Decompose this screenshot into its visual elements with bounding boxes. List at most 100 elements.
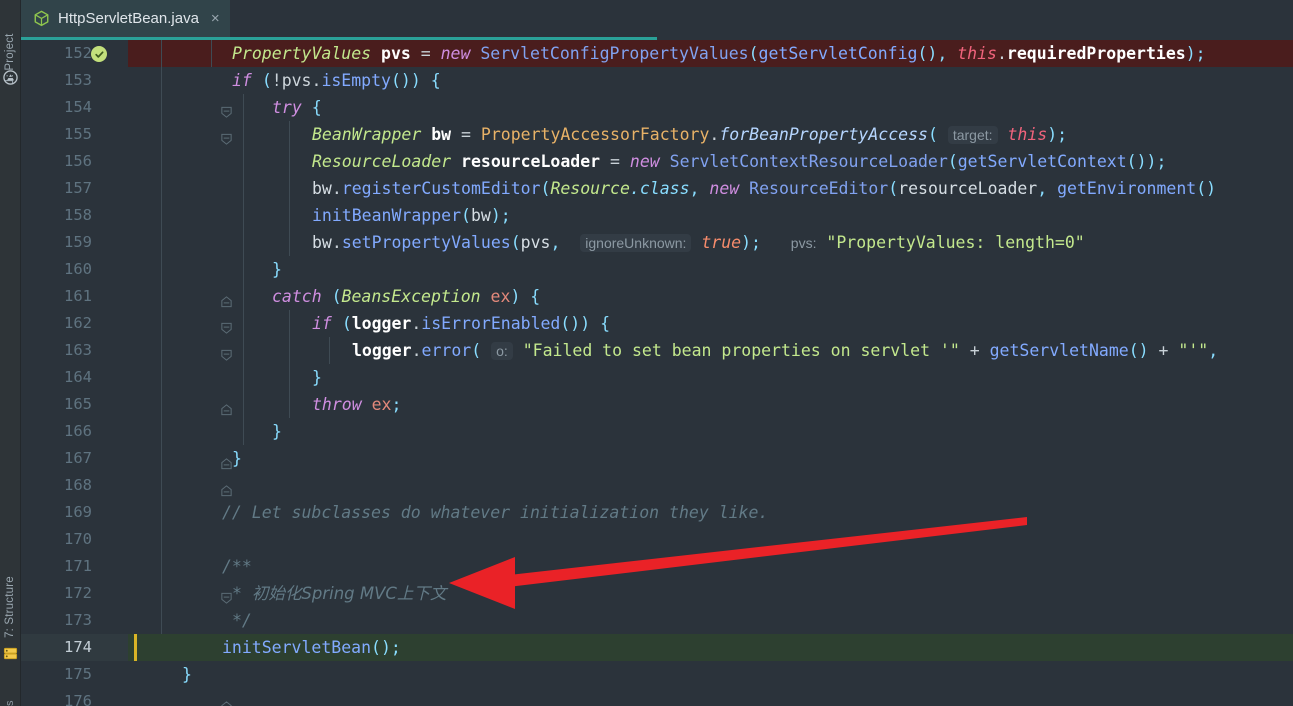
gutter[interactable]: 157: [21, 175, 128, 202]
gutter[interactable]: 162: [21, 310, 232, 361]
code-text: */: [232, 611, 252, 630]
vcs-change-marker[interactable]: [134, 634, 137, 661]
code-line[interactable]: 152 PropertyValues pvs = new ServletConf…: [21, 40, 1293, 67]
inlay-hint: target:: [947, 126, 998, 144]
code-text: try {: [272, 98, 322, 117]
line-number: 172: [64, 584, 92, 602]
code-line[interactable]: 155 BeanWrapper bw = PropertyAccessorFac…: [21, 121, 1293, 148]
line-number: 163: [64, 341, 92, 359]
line-number: 153: [64, 71, 92, 89]
close-icon[interactable]: ×: [211, 11, 220, 26]
gutter[interactable]: 152: [21, 40, 128, 67]
maven-icon[interactable]: [3, 70, 18, 85]
line-number: 176: [64, 692, 92, 706]
line-number: 164: [64, 368, 92, 386]
code-editor-area[interactable]: 152 PropertyValues pvs = new ServletConf…: [21, 40, 1293, 706]
gutter[interactable]: 169: [21, 499, 128, 526]
code-line[interactable]: 175 }: [21, 661, 1293, 706]
fold-collapse-icon[interactable]: [121, 100, 232, 145]
code-line[interactable]: 161 catch (BeansException ex) {: [21, 283, 1293, 334]
code-line[interactable]: 169 // Let subclasses do whatever initia…: [21, 499, 1293, 526]
code-line[interactable]: 176: [21, 688, 1293, 706]
gutter[interactable]: 164: [21, 364, 232, 416]
gutter[interactable]: 165: [21, 391, 128, 418]
code-line[interactable]: 164 }: [21, 364, 1293, 416]
code-text: BeanWrapper bw = PropertyAccessorFactory…: [312, 125, 1068, 144]
code-text: initBeanWrapper(bw);: [312, 206, 511, 225]
tool-window-button-structure[interactable]: 7: Structure: [0, 552, 21, 638]
code-line[interactable]: 154 try {: [21, 94, 1293, 145]
code-line-current[interactable]: 174 initServletBean();: [21, 634, 1293, 661]
fold-expand-icon[interactable]: [121, 613, 232, 659]
gutter[interactable]: 158: [21, 202, 128, 229]
code-line[interactable]: 156 ResourceLoader resourceLoader = new …: [21, 148, 1293, 175]
code-line[interactable]: 165 throw ex;: [21, 391, 1293, 418]
line-number: 155: [64, 125, 92, 143]
line-number: 173: [64, 611, 92, 629]
gutter[interactable]: 170: [21, 526, 128, 553]
fold-expand-icon[interactable]: [121, 451, 232, 497]
code-line[interactable]: 168: [21, 472, 1293, 499]
code-line[interactable]: 167 }: [21, 445, 1293, 497]
gutter[interactable]: 166: [21, 418, 232, 470]
inlay-hint: pvs:: [790, 235, 817, 251]
gutter[interactable]: 156: [21, 148, 128, 175]
fold-expand-icon[interactable]: [121, 424, 232, 470]
verified-check-icon[interactable]: [91, 46, 107, 62]
code-line[interactable]: 160 }: [21, 256, 1293, 308]
gutter[interactable]: 159: [21, 229, 128, 256]
database-icon[interactable]: [3, 646, 18, 661]
gutter[interactable]: 175: [21, 661, 232, 706]
code-line[interactable]: 172 * 初始化Spring MVC上下文: [21, 580, 1293, 607]
fold-expand-icon[interactable]: [121, 262, 232, 308]
tab-httpservletbean-java[interactable]: HttpServletBean.java ×: [21, 0, 230, 40]
gutter[interactable]: 171: [21, 553, 232, 604]
line-number: 171: [64, 557, 92, 575]
line-number: 170: [64, 530, 92, 548]
inlay-hint: ignoreUnknown:: [580, 234, 692, 252]
fold-collapse-icon[interactable]: [121, 289, 232, 334]
code-line[interactable]: 173 */: [21, 607, 1293, 659]
line-number: 169: [64, 503, 92, 521]
fold-collapse-icon[interactable]: [121, 73, 232, 118]
code-text: bw.registerCustomEditor(Resource.class, …: [312, 179, 1217, 198]
code-line[interactable]: 157 bw.registerCustomEditor(Resource.cla…: [21, 175, 1293, 202]
gutter[interactable]: 160: [21, 256, 232, 308]
code-line[interactable]: 162 if (logger.isErrorEnabled()) {: [21, 310, 1293, 361]
gutter[interactable]: 167: [21, 445, 232, 497]
line-number: 166: [64, 422, 92, 440]
gutter[interactable]: 153: [21, 67, 232, 118]
code-line[interactable]: 159 bw.setPropertyValues(pvs, ignoreUnkn…: [21, 229, 1293, 256]
gutter[interactable]: 173: [21, 607, 232, 659]
gutter[interactable]: 174: [21, 634, 128, 661]
fold-collapse-icon[interactable]: [121, 559, 232, 604]
code-text: }: [272, 260, 282, 279]
line-number: 157: [64, 179, 92, 197]
line-number: 175: [64, 665, 92, 683]
code-line[interactable]: 153 if (!pvs.isEmpty()) {: [21, 67, 1293, 118]
gutter[interactable]: 176: [21, 688, 128, 706]
code-line[interactable]: 158 initBeanWrapper(bw);: [21, 202, 1293, 229]
line-number: 167: [64, 449, 92, 467]
gutter[interactable]: 155: [21, 121, 128, 148]
gutter[interactable]: 168: [21, 472, 128, 499]
code-text: }: [182, 665, 192, 684]
gutter[interactable]: 154: [21, 94, 232, 145]
code-text: if (logger.isErrorEnabled()) {: [312, 314, 611, 333]
line-number: 154: [64, 98, 92, 116]
code-line[interactable]: 171 /**: [21, 553, 1293, 604]
inlay-hint: o:: [491, 342, 513, 360]
code-line[interactable]: 163 logger.error( o: "Failed to set bean…: [21, 337, 1293, 364]
fold-collapse-icon[interactable]: [121, 316, 232, 361]
gutter[interactable]: 172: [21, 580, 128, 607]
line-number: 152: [64, 44, 92, 62]
editor-tab-strip: HttpServletBean.java ×: [21, 0, 1293, 40]
gutter[interactable]: 163: [21, 337, 128, 364]
code-line[interactable]: 166 }: [21, 418, 1293, 470]
gutter[interactable]: 161: [21, 283, 232, 334]
line-number: 168: [64, 476, 92, 494]
fold-expand-icon[interactable]: [121, 667, 232, 706]
tool-window-button-extra[interactable]: s: [0, 688, 21, 706]
code-line[interactable]: 170: [21, 526, 1293, 553]
fold-expand-icon[interactable]: [121, 370, 232, 416]
